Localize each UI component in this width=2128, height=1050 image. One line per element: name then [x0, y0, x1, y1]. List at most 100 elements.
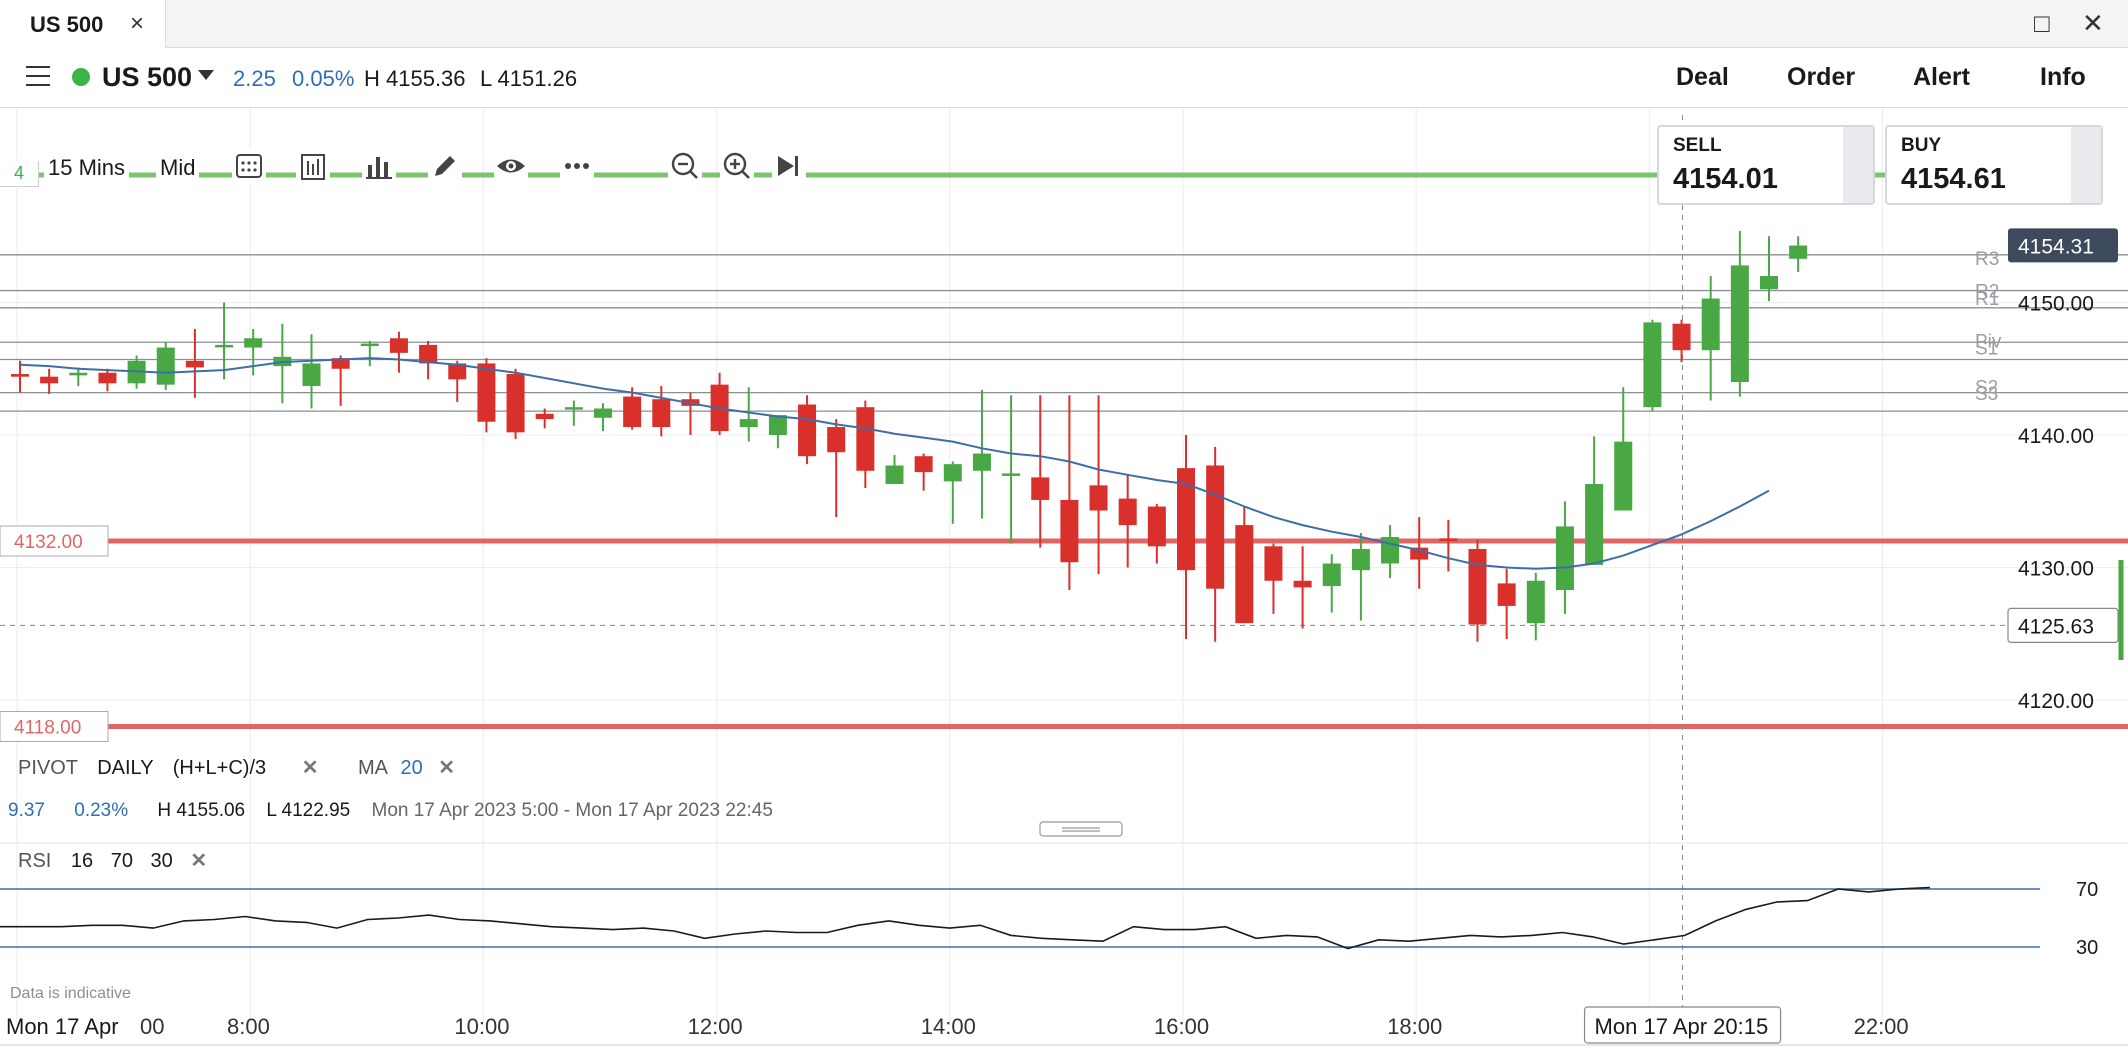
candle [389, 331, 408, 373]
candle-body [1789, 245, 1808, 259]
candle [1701, 276, 1720, 401]
alert-level-label: 4118.00 [14, 718, 81, 739]
sell-button[interactable]: SELL 4154.01 [1657, 125, 1875, 205]
pivot-legend: PIVOT DAILY (H+L+C)/3 ✕ MA 20 ✕ [18, 755, 455, 780]
candle-body [594, 408, 612, 418]
buy-strip [2071, 127, 2101, 203]
candle [1789, 236, 1808, 273]
candle [69, 367, 88, 386]
x-axis-label: 10:00 [454, 1014, 509, 1039]
sell-price: 4154.01 [1673, 163, 1778, 195]
candle [448, 360, 467, 402]
candle-body [1701, 298, 1720, 351]
candle [1235, 506, 1254, 624]
pivot-formula[interactable]: (H+L+C)/3 [173, 757, 266, 779]
candle-body [98, 372, 117, 384]
panel-resize-handle [1039, 821, 1123, 837]
candle-body [1585, 484, 1604, 565]
candle-body [1351, 548, 1370, 571]
scroll-to-end-icon[interactable] [772, 149, 806, 183]
candle-body [1293, 580, 1312, 588]
y-axis-label: 4130.00 [2018, 558, 2094, 581]
pivot-label-r3: R3 [1975, 249, 1999, 270]
x-axis-label: 18:00 [1387, 1014, 1442, 1039]
candle [1585, 436, 1604, 565]
candle-body [914, 456, 933, 473]
candle-body [943, 464, 962, 482]
candle [1643, 319, 1662, 412]
ma-name: MA [358, 757, 387, 779]
candle [710, 372, 729, 435]
candle [856, 400, 875, 488]
remove-pivot-icon[interactable]: ✕ [302, 757, 319, 779]
more-options-icon[interactable] [560, 149, 594, 183]
candle-body [1497, 583, 1516, 606]
remove-rsi-icon[interactable]: ✕ [190, 850, 207, 872]
drawing-pencil-icon[interactable] [428, 149, 462, 183]
candle [1293, 546, 1312, 629]
rsi-period[interactable]: 16 [71, 850, 93, 872]
candle [914, 453, 933, 491]
candle [506, 368, 525, 439]
candle [1730, 230, 1749, 397]
candle [827, 419, 846, 518]
candle-body [1468, 548, 1487, 625]
candle-body [827, 427, 846, 453]
candle [1614, 387, 1633, 511]
candle [681, 392, 700, 435]
candle-body [1002, 473, 1021, 476]
candle-body [1264, 546, 1283, 581]
stats-range: Mon 17 Apr 2023 5:00 - Mon 17 Apr 2023 2… [371, 800, 773, 821]
candle [798, 395, 817, 465]
stats-high: H 4155.06 [157, 800, 246, 821]
candle-body [302, 363, 321, 386]
candle-body [535, 413, 554, 420]
candle-body [215, 344, 234, 348]
interval-select[interactable]: 15 Mins [44, 155, 130, 181]
x-axis-label: 14:00 [921, 1014, 976, 1039]
candle [156, 342, 175, 390]
axis-labels: 4150.00 4140.00 4130.00 4120.00 4154.31 4125.… [6, 228, 2124, 1044]
candle [594, 403, 612, 432]
chart-type-icon[interactable] [296, 149, 330, 183]
candle-body [972, 453, 991, 471]
candle [1002, 395, 1021, 544]
candle-body [1439, 538, 1458, 541]
zoom-out-icon[interactable] [668, 149, 702, 183]
candle [1118, 474, 1137, 568]
period-stats: 9.37 0.23% H 4155.06 L 4122.95 Mon 17 Ap… [8, 800, 773, 822]
calendar-icon[interactable] [232, 149, 266, 183]
remove-ma-icon[interactable]: ✕ [438, 757, 455, 779]
candle [1322, 554, 1341, 613]
crosshair-time-label: Mon 17 Apr 20:15 [1595, 1014, 1769, 1039]
candle [1147, 503, 1166, 564]
indicators-icon[interactable] [362, 149, 396, 183]
x-axis-date: Mon 17 Apr [6, 1014, 119, 1039]
candle-body [1760, 276, 1778, 290]
candle [564, 400, 583, 426]
stats-low: L 4122.95 [266, 800, 351, 821]
candle [972, 389, 991, 519]
candle [98, 368, 117, 392]
candle [943, 461, 962, 524]
alert-level-label: 4132.00 [14, 532, 83, 553]
zoom-in-icon[interactable] [720, 149, 754, 183]
ma-period[interactable]: 20 [400, 757, 422, 779]
candle-body [564, 407, 583, 410]
rsi-lower[interactable]: 30 [151, 850, 173, 872]
visibility-eye-icon[interactable] [494, 149, 528, 183]
candle-body [739, 419, 758, 428]
candle-body [1031, 477, 1050, 500]
candle-body [768, 415, 787, 435]
rsi-panel: 70 30 [0, 879, 2098, 959]
candle [215, 302, 234, 380]
candle [1031, 395, 1050, 548]
rsi-upper[interactable]: 70 [111, 850, 133, 872]
price-type-select[interactable]: Mid [156, 155, 200, 181]
pivot-period[interactable]: DAILY [97, 757, 153, 779]
candle-body [1147, 506, 1166, 547]
candle-body [244, 338, 263, 348]
buy-button[interactable]: BUY 4154.61 [1885, 125, 2103, 205]
candle [302, 334, 321, 409]
toolbar-count: 4 [0, 161, 40, 187]
